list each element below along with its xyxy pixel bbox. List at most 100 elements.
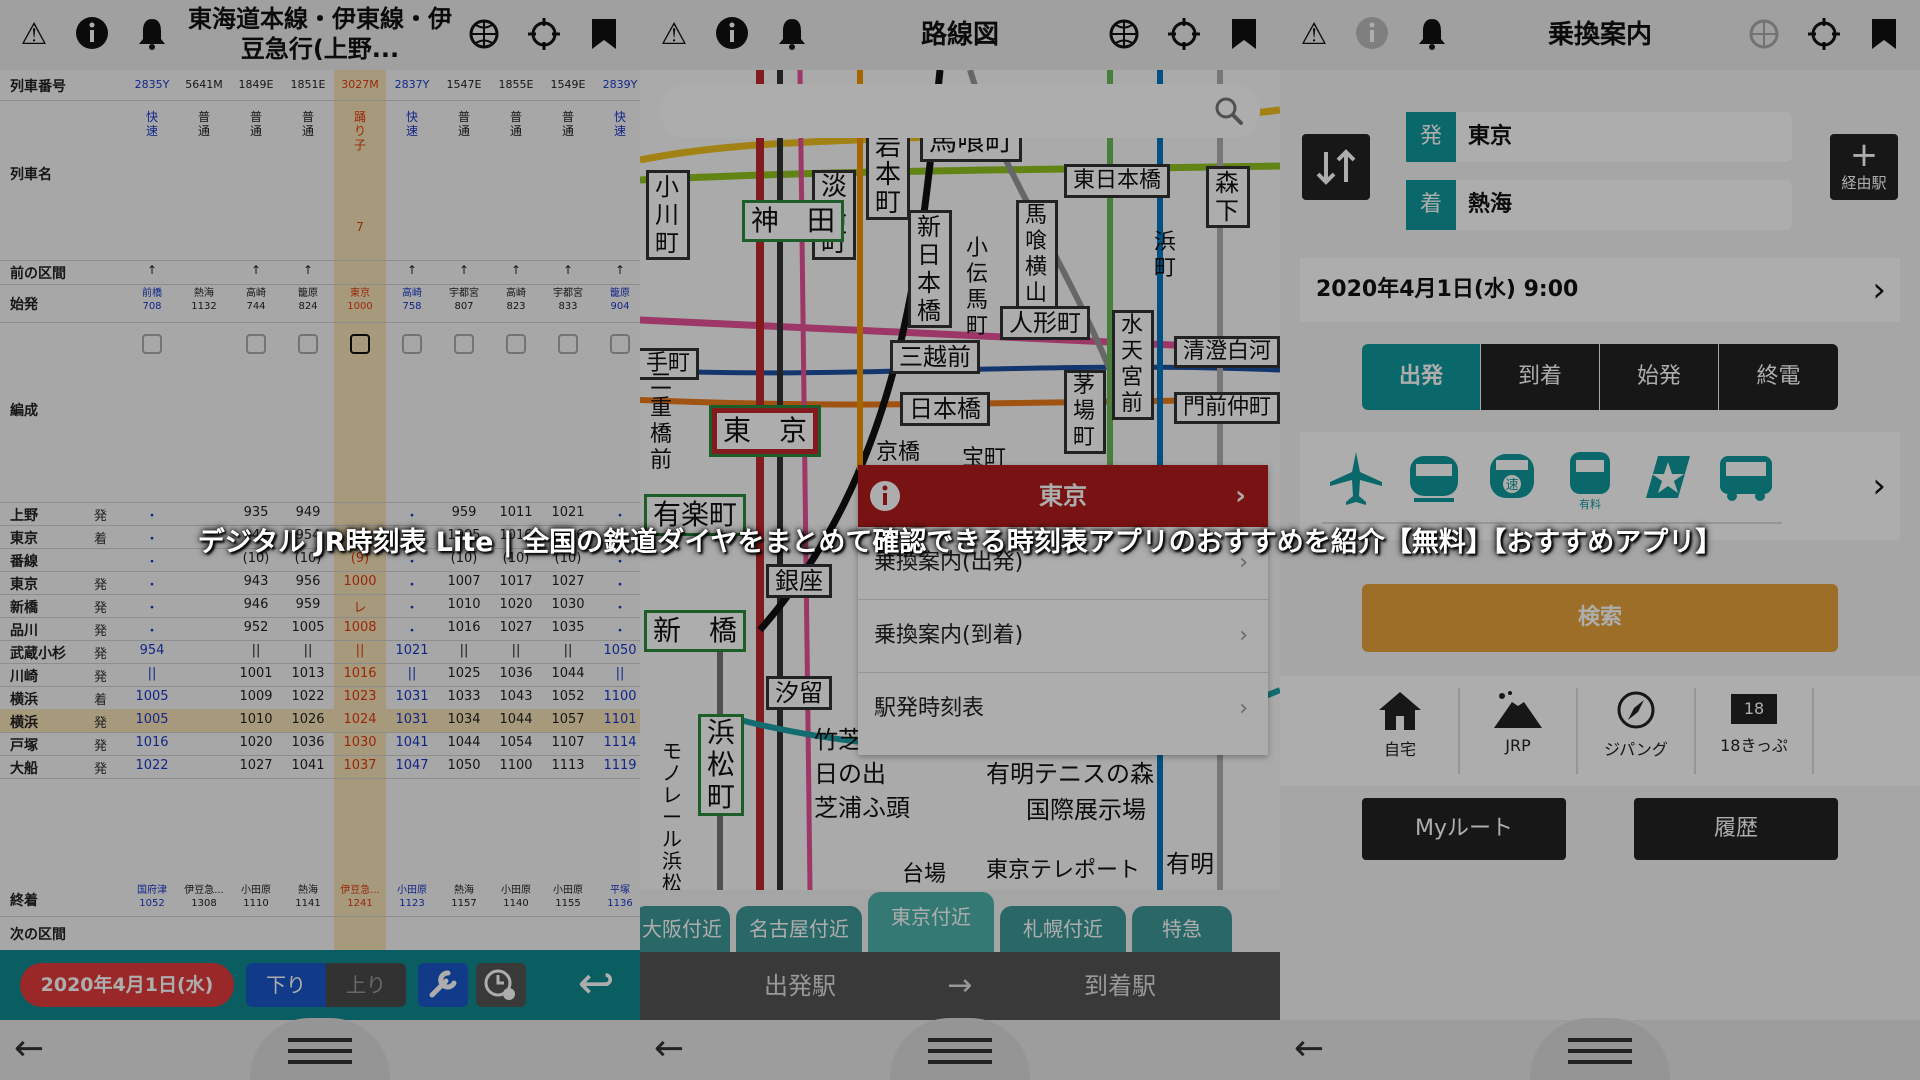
- search-button[interactable]: 検索: [1362, 584, 1838, 652]
- mode-departure[interactable]: 出発: [1362, 344, 1480, 410]
- shortcut-home[interactable]: 自宅: [1342, 688, 1460, 774]
- globe-icon[interactable]: [1742, 12, 1786, 56]
- station-hamamatsucho[interactable]: 浜松町: [698, 714, 744, 816]
- my-route-button[interactable]: Myルート: [1362, 798, 1566, 860]
- bus-icon[interactable]: [1716, 448, 1776, 508]
- bookmark-icon[interactable]: [1222, 12, 1266, 56]
- back-icon[interactable]: ←: [654, 1028, 684, 1069]
- tab-sapporo[interactable]: 札幌付近: [1000, 906, 1126, 952]
- search-icon[interactable]: [1214, 96, 1244, 126]
- shortcut-jrp[interactable]: JRP: [1460, 688, 1578, 774]
- station-iwamotocho[interactable]: 岩本町: [866, 130, 910, 220]
- station-ginza[interactable]: 銀座: [766, 564, 832, 598]
- time-cell: 1017: [499, 574, 533, 589]
- menu-icon[interactable]: [288, 1038, 352, 1064]
- bookmark-icon[interactable]: [1862, 12, 1906, 56]
- to-station-field[interactable]: 着 熱海: [1406, 180, 1792, 230]
- back-icon[interactable]: ←: [14, 1028, 44, 1069]
- via-station-button[interactable]: + 経由駅: [1830, 134, 1898, 200]
- from-station-field[interactable]: 発 東京: [1406, 112, 1792, 162]
- station-daiba[interactable]: 台場: [896, 862, 952, 888]
- history-button[interactable]: 履歴: [1634, 798, 1838, 860]
- tab-osaka[interactable]: 大阪付近: [640, 906, 730, 952]
- station-bakuro-yokoyama[interactable]: 馬喰横山: [1016, 200, 1058, 310]
- station-hamacho[interactable]: 浜町: [1148, 230, 1184, 282]
- tab-tokyo[interactable]: 東京付近: [868, 892, 994, 952]
- popup-item-transfer-arrive[interactable]: 乗換案内(到着) ›: [858, 600, 1268, 673]
- timetable-grid[interactable]: 列車番号 2835Y 5641M 1849E 1851E 3027M 2837Y 1547E…: [0, 70, 640, 951]
- station-shin-nihombashi[interactable]: 新日本橋: [908, 210, 952, 328]
- to-station-button[interactable]: 到着駅: [1020, 952, 1220, 1020]
- limited-express-icon[interactable]: [1638, 448, 1698, 508]
- globe-icon[interactable]: [462, 12, 506, 56]
- station-kiyosumi-shirakawa[interactable]: 清澄白河: [1174, 336, 1280, 368]
- station-tokyo[interactable]: 東 京: [708, 405, 822, 457]
- station-kayabacho[interactable]: 茅場町: [1064, 370, 1106, 454]
- date-button[interactable]: 2020年4月1日(水): [20, 963, 234, 1007]
- menu-icon[interactable]: [928, 1038, 992, 1064]
- station-kanda[interactable]: 神 田: [742, 200, 845, 242]
- station-kodemmacho[interactable]: 小伝馬町: [960, 236, 996, 340]
- direction-down-button[interactable]: 下り: [246, 963, 326, 1007]
- warning-icon[interactable]: ⚠: [12, 12, 56, 56]
- shinkansen-icon[interactable]: [1404, 448, 1464, 508]
- bell-icon[interactable]: [130, 12, 174, 56]
- popup-header[interactable]: 東京 ›: [858, 465, 1268, 527]
- crosshair-icon[interactable]: [1162, 12, 1206, 56]
- return-icon[interactable]: ↩: [566, 958, 626, 1012]
- bell-icon[interactable]: [770, 12, 814, 56]
- shortcut-zipangu[interactable]: ジパング: [1578, 688, 1696, 774]
- station-ningyocho[interactable]: 人形町: [1000, 306, 1090, 340]
- info-icon[interactable]: [710, 12, 754, 56]
- paid-express-icon[interactable]: 有料: [1560, 448, 1620, 514]
- timetable-title: 東海道本線・伊東線・伊豆急行(上野...: [188, 5, 452, 63]
- station-shibaura-futo[interactable]: 芝浦ふ頭: [808, 794, 916, 822]
- from-station-button[interactable]: 出発駅: [700, 952, 900, 1020]
- tab-limited-express[interactable]: 特急: [1132, 906, 1232, 952]
- info-icon[interactable]: [70, 12, 114, 56]
- time-cell: 1013: [291, 666, 325, 681]
- shortcut-18kippu[interactable]: 18 18きっぷ: [1696, 688, 1814, 774]
- airplane-icon[interactable]: [1326, 448, 1386, 508]
- wrench-button[interactable]: [418, 963, 468, 1007]
- direction-up-button[interactable]: 上り: [326, 963, 406, 1007]
- station-ariake-tennis-no-mori[interactable]: 有明テニスの森: [980, 760, 1160, 788]
- station-search-input[interactable]: [660, 84, 1260, 138]
- station-shimbashi[interactable]: 新 橋: [644, 610, 747, 652]
- station-tokyo-teleport[interactable]: 東京テレポート: [980, 858, 1146, 884]
- clock-settings-button[interactable]: [476, 963, 526, 1007]
- station-row: 川崎 発 || 1001 1013 1016 || 1025 1036 1044 ||: [0, 663, 640, 687]
- station-monzen-nakacho[interactable]: 門前仲町: [1174, 392, 1280, 424]
- station-nihombashi[interactable]: 日本橋: [900, 392, 990, 426]
- station-ogawamachi[interactable]: 小川町: [646, 170, 690, 260]
- bookmark-icon[interactable]: [582, 12, 626, 56]
- popup-item-station-timetable[interactable]: 駅発時刻表 ›: [858, 673, 1268, 745]
- station-ariake[interactable]: 有明: [1160, 850, 1220, 878]
- warning-icon[interactable]: ⚠: [1292, 12, 1336, 56]
- bell-icon[interactable]: [1410, 12, 1454, 56]
- menu-icon[interactable]: [1568, 1038, 1632, 1064]
- station-higashi-nihombashi[interactable]: 東日本橋: [1064, 164, 1171, 198]
- express-icon[interactable]: 速: [1482, 448, 1542, 508]
- back-icon[interactable]: ←: [1294, 1028, 1324, 1069]
- station-suitengumae[interactable]: 水天宮前: [1112, 310, 1154, 420]
- station-hinode[interactable]: 日の出: [808, 760, 892, 788]
- datetime-selector[interactable]: 2020年4月1日(水) 9:00 ›: [1300, 258, 1900, 322]
- station-mitsukoshimae[interactable]: 三越前: [890, 340, 980, 374]
- station-shiodome[interactable]: 汐留: [766, 676, 832, 710]
- info-icon[interactable]: [1350, 12, 1394, 56]
- warning-icon[interactable]: ⚠: [652, 12, 696, 56]
- mode-first-train[interactable]: 始発: [1600, 344, 1718, 410]
- station-kokusai-tenjijo[interactable]: 国際展示場: [1020, 796, 1152, 824]
- globe-icon[interactable]: [1102, 12, 1146, 56]
- station-kyobashi[interactable]: 京橋: [870, 440, 926, 466]
- station-nijubashimae[interactable]: 二重橋前: [644, 370, 680, 474]
- station-morishita[interactable]: 森下: [1206, 166, 1250, 228]
- mode-arrival[interactable]: 到着: [1481, 344, 1599, 410]
- station-monorail-hamamatsucho[interactable]: モノレール浜松町: [656, 740, 690, 890]
- mode-last-train[interactable]: 終電: [1719, 344, 1838, 410]
- crosshair-icon[interactable]: [522, 12, 566, 56]
- swap-stations-button[interactable]: [1302, 134, 1370, 200]
- crosshair-icon[interactable]: [1802, 12, 1846, 56]
- tab-nagoya[interactable]: 名古屋付近: [736, 906, 862, 952]
